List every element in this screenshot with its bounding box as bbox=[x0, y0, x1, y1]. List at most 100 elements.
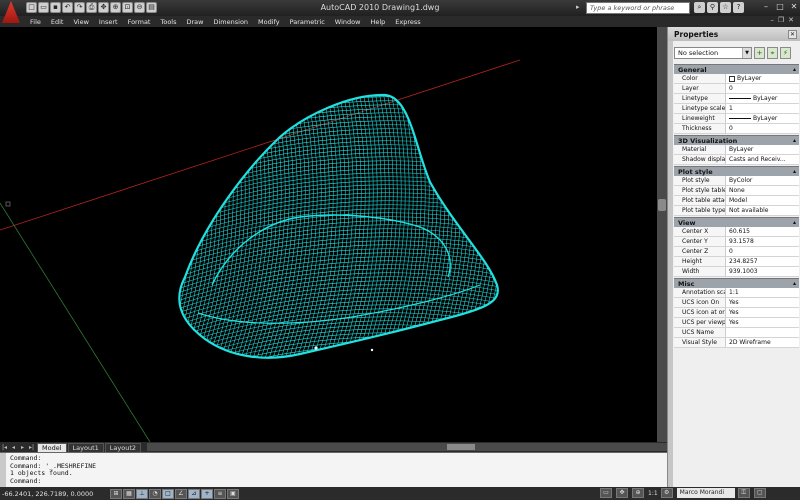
undo-icon[interactable]: ↶ bbox=[62, 2, 73, 13]
property-row[interactable]: Center X 60.615 bbox=[674, 227, 799, 237]
property-row[interactable]: UCS Name bbox=[674, 328, 799, 338]
search-input[interactable]: Type a keyword or phrase bbox=[586, 2, 690, 14]
quick-properties-toggle[interactable]: ▣ bbox=[227, 488, 239, 499]
search-icon[interactable]: ⌕ bbox=[694, 2, 705, 13]
section-header[interactable]: Plot style ▴ bbox=[674, 166, 799, 176]
menu-parametric[interactable]: Parametric bbox=[290, 18, 325, 26]
tab-first-icon[interactable]: |◂ bbox=[0, 443, 9, 452]
property-value[interactable]: ByLayer bbox=[726, 74, 799, 83]
polar-toggle[interactable]: ◔ bbox=[149, 488, 161, 499]
menu-tools[interactable]: Tools bbox=[160, 18, 176, 26]
doc-restore-icon[interactable]: ❐ bbox=[778, 16, 784, 24]
maximize-icon[interactable]: □ bbox=[774, 1, 786, 13]
section-header[interactable]: View ▴ bbox=[674, 217, 799, 227]
property-value[interactable]: 1:1 bbox=[726, 288, 799, 297]
close-icon[interactable]: ✕ bbox=[788, 1, 800, 13]
property-value[interactable]: ByColor bbox=[726, 176, 799, 185]
property-row[interactable]: Annotation scale1:1 bbox=[674, 288, 799, 298]
menu-dimension[interactable]: Dimension bbox=[213, 18, 248, 26]
property-row[interactable]: Center Z0 bbox=[674, 247, 799, 257]
property-value[interactable]: ByLayer bbox=[726, 114, 799, 123]
vertical-scroll-thumb[interactable] bbox=[658, 199, 666, 211]
command-window-grip[interactable] bbox=[0, 453, 6, 488]
otrack-toggle[interactable]: ∠ bbox=[175, 488, 187, 499]
autocad-logo-icon[interactable] bbox=[2, 1, 20, 23]
menu-file[interactable]: File bbox=[30, 18, 41, 26]
zoom-icon[interactable]: ⊕ bbox=[110, 2, 121, 13]
tab-layout2[interactable]: Layout2 bbox=[104, 442, 141, 452]
palette-edge[interactable] bbox=[668, 41, 673, 487]
property-value[interactable]: 0 bbox=[726, 124, 799, 133]
horizontal-scroll-thumb[interactable] bbox=[447, 444, 475, 450]
property-value[interactable]: 60.615 bbox=[726, 227, 799, 236]
pan-status-icon[interactable]: ✥ bbox=[616, 488, 628, 498]
property-row[interactable]: Linetype ByLayer bbox=[674, 94, 799, 104]
property-row[interactable]: Plot style ByColor bbox=[674, 176, 799, 186]
property-value[interactable]: Yes bbox=[726, 298, 799, 307]
star-icon[interactable]: ☆ bbox=[720, 2, 731, 13]
property-value[interactable]: ByLayer bbox=[726, 94, 799, 103]
coordinate-readout[interactable]: -66.2401, 226.7189, 0.0000 bbox=[0, 490, 110, 498]
property-row[interactable]: Lineweight ByLayer bbox=[674, 114, 799, 124]
pan-icon[interactable]: ✥ bbox=[98, 2, 109, 13]
property-value[interactable]: 234.8257 bbox=[726, 257, 799, 266]
property-row[interactable]: Center Y 93.1578 bbox=[674, 237, 799, 247]
property-value[interactable]: Casts and Receiv... bbox=[726, 155, 799, 164]
open-icon[interactable]: ▭ bbox=[38, 2, 49, 13]
quick-select-icon[interactable]: ⚡ bbox=[780, 47, 791, 59]
property-value[interactable]: 939.1003 bbox=[726, 267, 799, 276]
properties-palette[interactable]: Properties ✕ No selection ▼ + ⌖ ⚡ Genera… bbox=[667, 27, 800, 487]
minimize-icon[interactable]: – bbox=[760, 1, 772, 13]
zoom-window-icon[interactable]: ⊡ bbox=[122, 2, 133, 13]
property-value[interactable]: None bbox=[726, 186, 799, 195]
property-row[interactable]: Thickness 0 bbox=[674, 124, 799, 134]
property-row[interactable]: Shadow display Casts and Receiv... bbox=[674, 155, 799, 165]
new-icon[interactable]: □ bbox=[26, 2, 37, 13]
property-row[interactable]: Plot table type Not available bbox=[674, 206, 799, 216]
annotation-scale[interactable]: 1:1 bbox=[648, 490, 658, 497]
workspace-icon[interactable]: ⚙ bbox=[660, 488, 673, 498]
osnap-toggle[interactable]: □ bbox=[162, 488, 174, 499]
menu-edit[interactable]: Edit bbox=[51, 18, 64, 26]
ortho-toggle[interactable]: ⊥ bbox=[136, 488, 148, 499]
section-header[interactable]: 3D Visualization ▴ bbox=[674, 135, 799, 145]
menu-express[interactable]: Express bbox=[395, 18, 420, 26]
command-window[interactable]: Command: Command: '_.MESHREFINE 1 object… bbox=[0, 452, 667, 488]
horizontal-scrollbar[interactable] bbox=[147, 443, 667, 451]
binoculars-icon[interactable]: ⚲ bbox=[707, 2, 718, 13]
mesh-object[interactable] bbox=[130, 85, 537, 403]
zoom-status-icon[interactable]: ⊕ bbox=[632, 488, 644, 498]
command-prompt[interactable]: Command: bbox=[10, 477, 657, 486]
property-row[interactable]: UCS icon at originYes bbox=[674, 308, 799, 318]
ducs-toggle[interactable]: ⊿ bbox=[188, 488, 200, 499]
property-value[interactable]: 93.1578 bbox=[726, 237, 799, 246]
property-row[interactable]: UCS icon On Yes bbox=[674, 298, 799, 308]
tab-prev-icon[interactable]: ◂ bbox=[9, 443, 18, 452]
save-icon[interactable]: ▪ bbox=[50, 2, 61, 13]
doc-close-icon[interactable]: ✕ bbox=[788, 16, 794, 24]
property-row[interactable]: Linetype scale 1 bbox=[674, 104, 799, 114]
tab-layout1[interactable]: Layout1 bbox=[67, 442, 104, 452]
select-objects-icon[interactable]: ⌖ bbox=[767, 47, 778, 59]
menu-insert[interactable]: Insert bbox=[99, 18, 118, 26]
property-value[interactable]: Model bbox=[726, 196, 799, 205]
palette-close-icon[interactable]: ✕ bbox=[788, 30, 797, 39]
menu-format[interactable]: Format bbox=[128, 18, 151, 26]
plot-icon[interactable]: ⎙ bbox=[86, 2, 97, 13]
menu-help[interactable]: Help bbox=[370, 18, 385, 26]
grid-toggle[interactable]: ▦ bbox=[123, 488, 135, 499]
search-dropdown-icon[interactable]: ▸ bbox=[576, 3, 580, 11]
lock-icon[interactable]: ⚿ bbox=[737, 488, 750, 498]
properties-icon[interactable]: ▤ bbox=[146, 2, 157, 13]
model-space-icon[interactable]: ▭ bbox=[600, 488, 612, 498]
property-row[interactable]: UCS per viewportYes bbox=[674, 318, 799, 328]
property-value[interactable]: 0 bbox=[726, 247, 799, 256]
section-header[interactable]: General ▴ bbox=[674, 64, 799, 74]
menu-window[interactable]: Window bbox=[335, 18, 361, 26]
property-row[interactable]: Plot table attac...Model bbox=[674, 196, 799, 206]
property-row[interactable]: Material ByLayer bbox=[674, 145, 799, 155]
section-header[interactable]: Misc ▴ bbox=[674, 278, 799, 288]
property-row[interactable]: Plot style table None bbox=[674, 186, 799, 196]
chevron-down-icon[interactable]: ▼ bbox=[742, 48, 751, 58]
property-value[interactable]: Not available bbox=[726, 206, 799, 215]
